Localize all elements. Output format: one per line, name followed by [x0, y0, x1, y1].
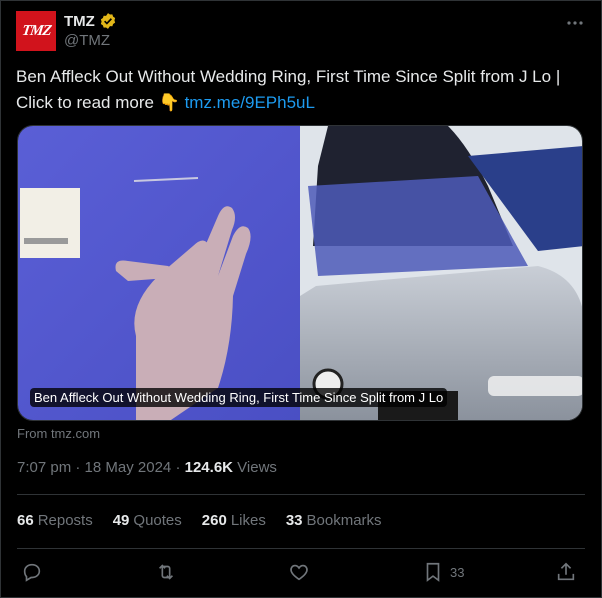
media-image	[18, 126, 582, 420]
reposts-stat[interactable]: 66 Reposts	[17, 512, 93, 529]
repost-icon	[158, 564, 174, 580]
bookmark-count: 33	[450, 564, 465, 580]
share-icon	[557, 562, 575, 581]
engagement-stats: 66 Reposts 49 Quotes 260 Likes 33 Bookmarks	[17, 512, 382, 529]
tweet-time[interactable]: 7:07 pm	[17, 459, 71, 476]
repost-button[interactable]	[155, 561, 177, 583]
action-bar: 33	[0, 556, 602, 590]
tweet-meta: 7:07 pm · 18 May 2024 · 124.6K Views	[17, 459, 277, 476]
quotes-stat[interactable]: 49 Quotes	[113, 512, 182, 529]
bookmarks-label: Bookmarks	[306, 512, 382, 529]
tweet-text: Ben Affleck Out Without Wedding Ring, Fi…	[16, 64, 586, 116]
name-row: TMZ	[64, 12, 117, 30]
divider	[17, 494, 585, 495]
verified-badge-icon	[100, 13, 115, 29]
meta-dot: ·	[75, 459, 81, 476]
divider	[17, 548, 585, 549]
handle[interactable]: @TMZ	[64, 32, 110, 49]
avatar[interactable]: TMZ	[16, 11, 56, 51]
tweet-link[interactable]: tmz.me/9EPh5uL	[185, 93, 315, 112]
bookmark-button[interactable]: 33	[422, 561, 464, 583]
bookmarks-count: 33	[285, 512, 303, 529]
views-count: 124.6K	[184, 459, 233, 476]
views-label: Views	[237, 459, 277, 476]
likes-count: 260	[201, 512, 227, 529]
bookmarks-stat[interactable]: 33 Bookmarks	[286, 512, 382, 529]
likes-stat[interactable]: 260 Likes	[202, 512, 266, 529]
like-button[interactable]	[288, 561, 310, 583]
media-source[interactable]: From tmz.com	[17, 426, 100, 441]
media-caption: Ben Affleck Out Without Wedding Ring, Fi…	[30, 388, 448, 407]
avatar-logo: TMZ	[20, 22, 52, 39]
quotes-count: 49	[112, 512, 130, 529]
likes-label: Likes	[230, 512, 266, 529]
media-card[interactable]: Ben Affleck Out Without Wedding Ring, Fi…	[17, 125, 583, 421]
heart-icon	[290, 564, 308, 581]
reposts-label: Reposts	[37, 512, 93, 529]
display-name[interactable]: TMZ	[64, 13, 95, 30]
tweet-date[interactable]: 18 May 2024	[85, 459, 172, 476]
tweet-header: TMZ TMZ @TMZ	[16, 11, 590, 51]
meta-dot: ·	[175, 459, 181, 476]
more-options-icon[interactable]	[564, 15, 586, 31]
reply-button[interactable]	[21, 561, 43, 583]
reposts-count: 66	[17, 512, 34, 529]
quotes-label: Quotes	[133, 512, 182, 529]
reply-icon	[23, 563, 41, 582]
share-button[interactable]	[555, 561, 577, 583]
bookmark-icon	[426, 562, 440, 582]
